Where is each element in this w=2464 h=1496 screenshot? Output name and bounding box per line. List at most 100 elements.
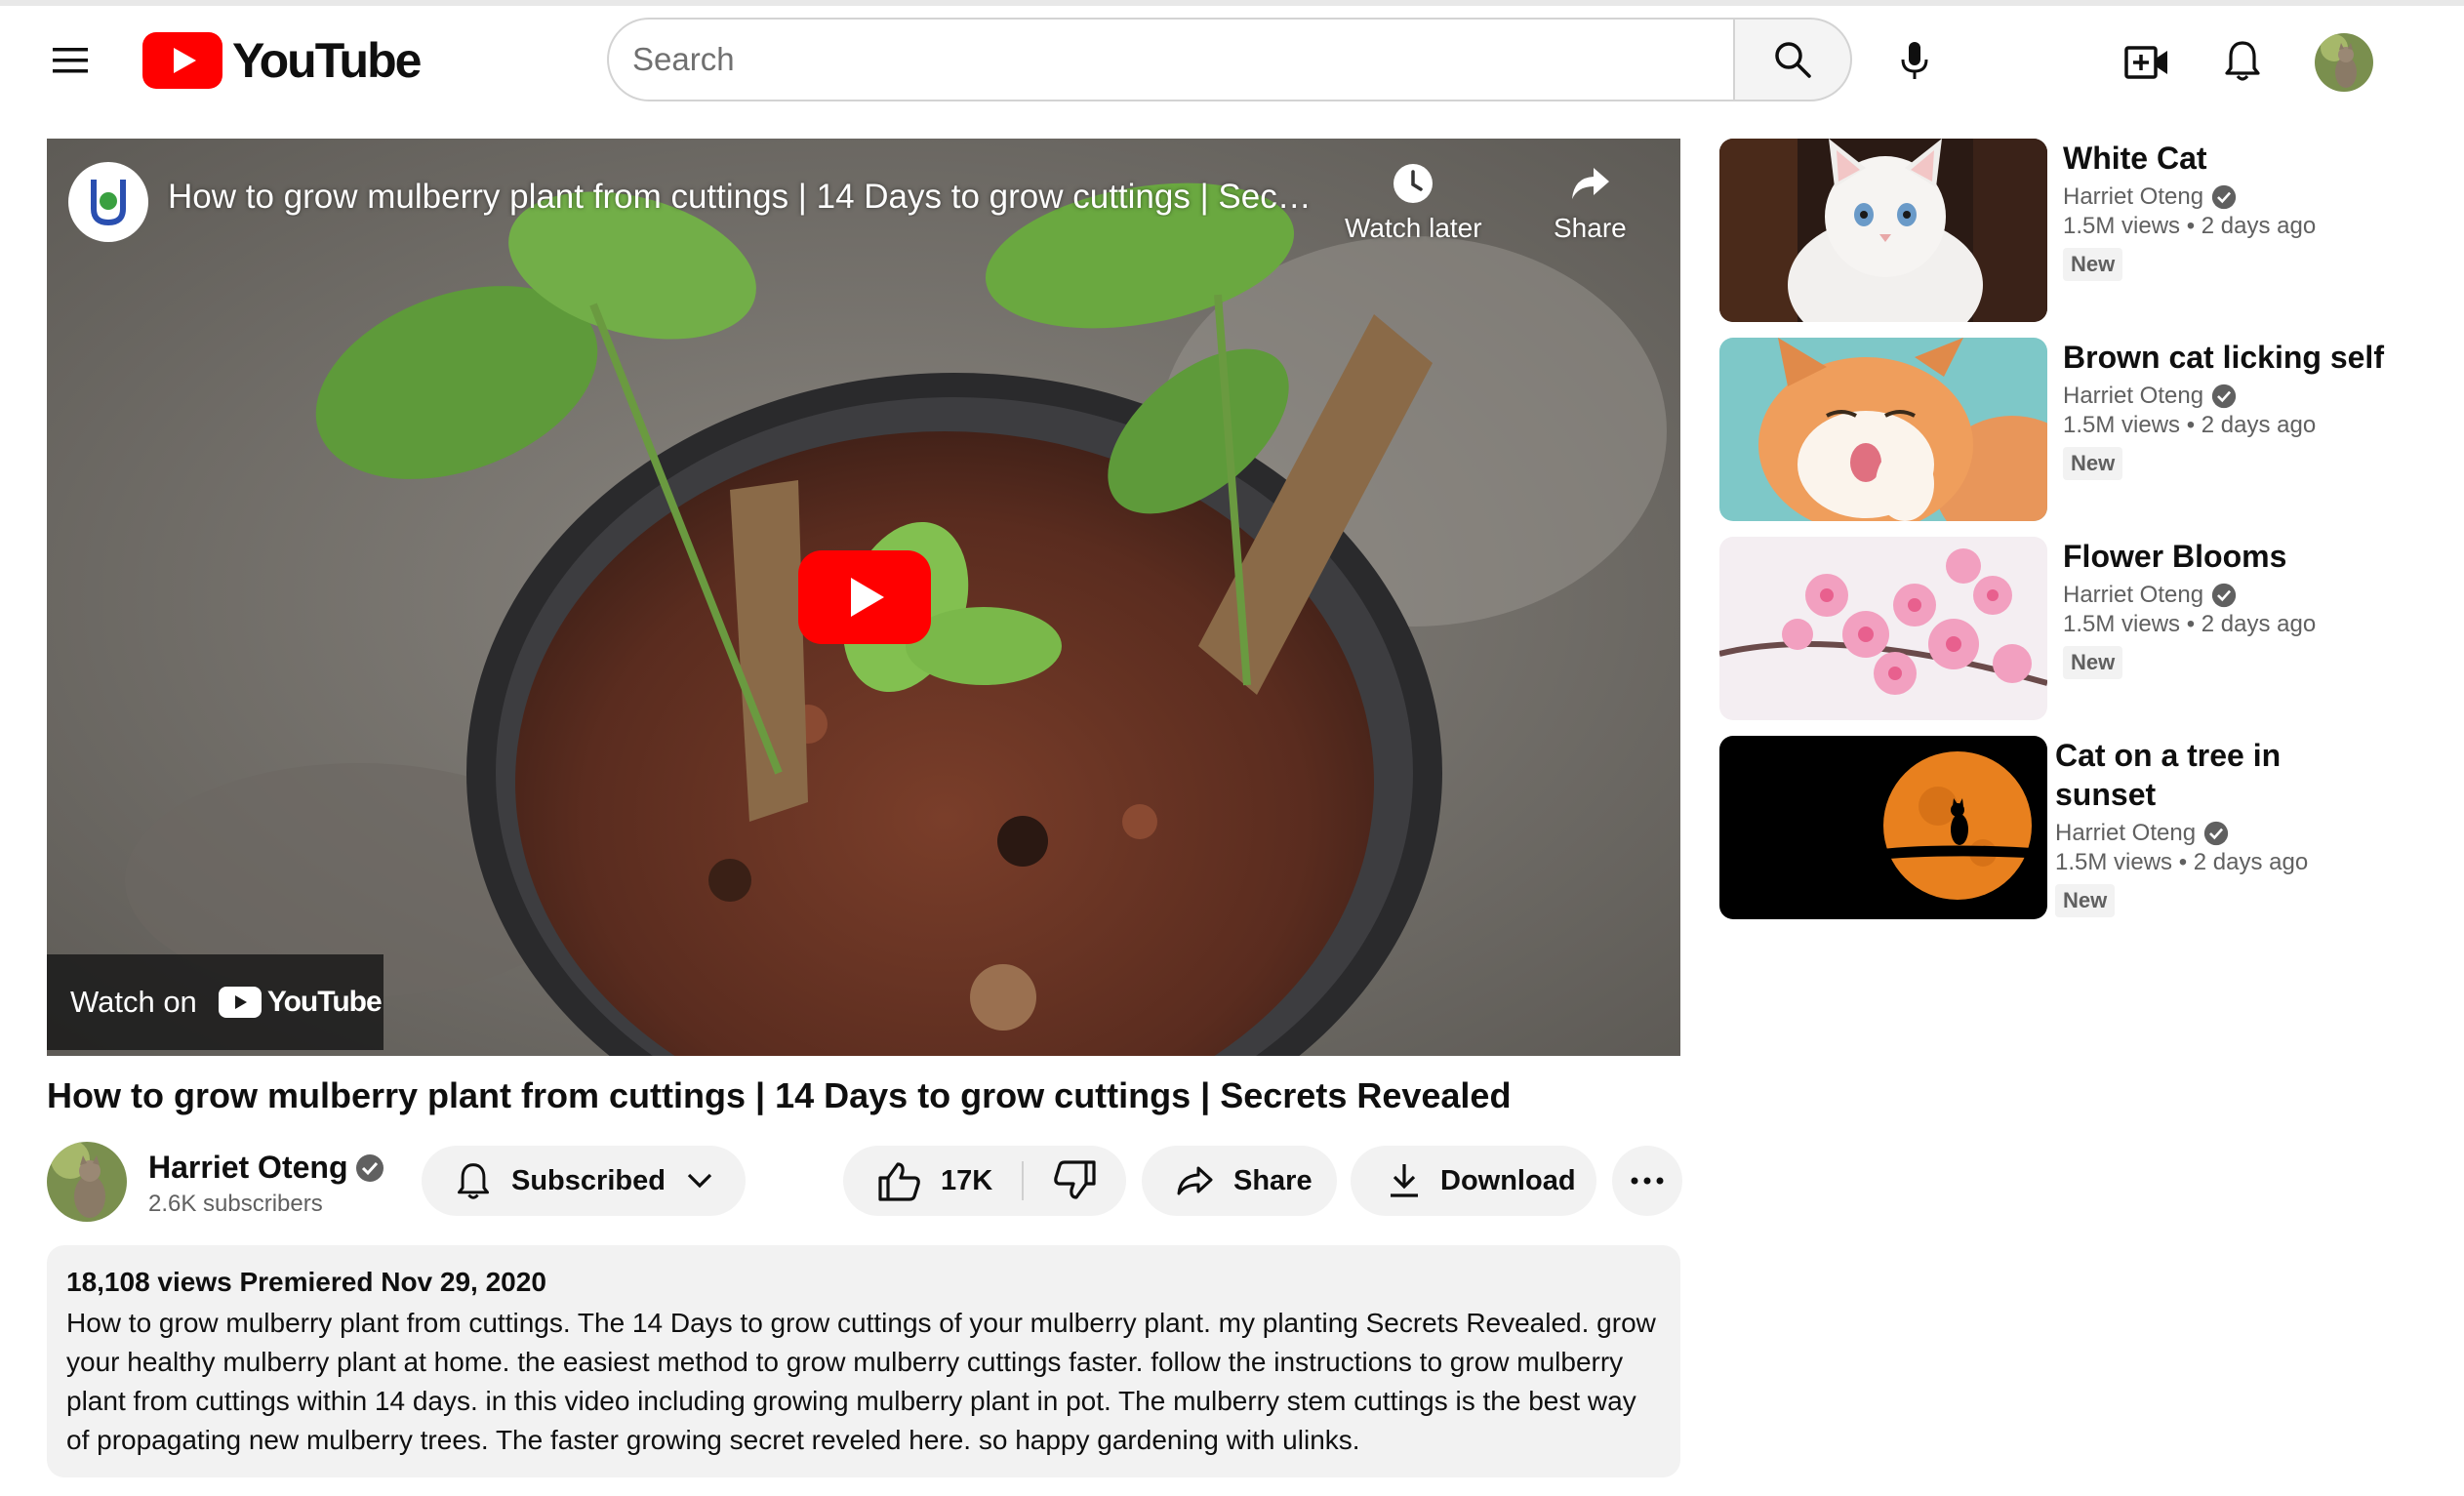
like-dislike-segment: 17K <box>843 1146 1126 1216</box>
create-video-button[interactable] <box>2120 35 2174 90</box>
more-actions-button[interactable] <box>1612 1146 1682 1216</box>
video-info: White Cat Harriet Oteng 1.5M views • 2 d… <box>2063 139 2395 281</box>
channel-name: Harriet Oteng <box>2063 582 2204 608</box>
bell-icon <box>458 1163 489 1199</box>
video-info: Flower Blooms Harriet Oteng 1.5M views •… <box>2063 537 2395 679</box>
video-thumbnail[interactable] <box>1719 338 2047 521</box>
subscriber-count: 2.6K subscribers <box>148 1191 323 1217</box>
new-badge: New <box>2063 447 2123 480</box>
video-title-link[interactable]: Cat on a tree in sunset <box>2055 736 2387 814</box>
video-title-link[interactable]: Flower Blooms <box>2063 537 2395 576</box>
recommended-video[interactable]: Cat on a tree in sunset Harriet Oteng 1.… <box>1719 736 2403 921</box>
microphone-icon <box>1901 42 1928 79</box>
player-share-button[interactable]: Share <box>1554 162 1627 244</box>
search-icon <box>1775 42 1811 78</box>
thumbs-up-icon <box>878 1162 920 1201</box>
channel-name: Harriet Oteng <box>2063 183 2204 210</box>
video-thumbnail[interactable] <box>1719 537 2047 720</box>
new-badge: New <box>2063 248 2123 281</box>
verified-badge-icon <box>2211 184 2237 210</box>
share-arrow-icon <box>1177 1166 1213 1195</box>
channel-avatar[interactable] <box>47 1142 127 1222</box>
chevron-down-icon <box>687 1173 712 1189</box>
video-thumbnail[interactable] <box>1719 139 2047 322</box>
channel-name: Harriet Oteng <box>148 1150 348 1185</box>
video-meta: 1.5M views • 2 days ago <box>2063 611 2317 637</box>
channel-name: Harriet Oteng <box>2055 820 2197 846</box>
video-info: Brown cat licking self Harriet Oteng 1.5… <box>2063 338 2395 480</box>
video-owner-row: Harriet Oteng 2.6K subscribers Subscribe… <box>47 1142 1682 1224</box>
voice-search-button[interactable] <box>1885 31 1944 90</box>
description-text: How to grow mulberry plant from cuttings… <box>66 1308 1656 1455</box>
video-meta: 1.5M views • 2 days ago <box>2063 412 2317 438</box>
brown-cat-thumbnail-image <box>1719 338 2047 521</box>
cat-sunset-thumbnail-image <box>1719 736 2047 919</box>
video-thumbnail[interactable] <box>1719 736 2047 919</box>
video-info: Cat on a tree in sunset Harriet Oteng 1.… <box>2055 736 2387 917</box>
search-input[interactable] <box>607 18 1733 101</box>
channel-avatar-image <box>47 1142 127 1222</box>
video-meta: 1.5M views • 2 days ago <box>2063 213 2317 239</box>
youtube-logo[interactable]: YouTube <box>142 31 422 90</box>
new-badge: New <box>2063 646 2123 679</box>
download-icon <box>1391 1164 1418 1197</box>
recommended-video[interactable]: Flower Blooms Harriet Oteng 1.5M views •… <box>1719 537 2403 722</box>
bell-icon <box>2225 41 2260 81</box>
like-button[interactable]: 17K <box>843 1146 992 1216</box>
channel-avatar-overlay[interactable] <box>68 162 148 242</box>
white-cat-thumbnail-image <box>1719 139 2047 322</box>
video-title-link[interactable]: Brown cat licking self <box>2063 338 2395 377</box>
watch-on-youtube-button[interactable]: Watch on YouTube <box>47 954 384 1050</box>
video-channel[interactable]: Harriet Oteng <box>2063 183 2395 211</box>
more-horizontal-icon <box>1631 1177 1664 1185</box>
channel-name-link[interactable]: Harriet Oteng <box>148 1150 384 1186</box>
video-channel[interactable]: Harriet Oteng <box>2055 820 2387 847</box>
download-button[interactable]: Download <box>1351 1146 1596 1216</box>
notifications-button[interactable] <box>2215 33 2270 88</box>
verified-badge-icon <box>2211 384 2237 409</box>
watch-on-brand: YouTube <box>266 986 383 1018</box>
video-title: How to grow mulberry plant from cuttings… <box>47 1075 1512 1115</box>
channel-name: Harriet Oteng <box>2063 383 2204 409</box>
search-button[interactable] <box>1733 18 1852 101</box>
watch-later-button[interactable]: Watch later <box>1345 162 1482 244</box>
player-share-label: Share <box>1554 213 1627 243</box>
dislike-button[interactable] <box>1024 1146 1098 1216</box>
recommended-video[interactable]: Brown cat licking self Harriet Oteng 1.5… <box>1719 338 2403 523</box>
account-avatar[interactable] <box>2315 33 2373 92</box>
video-player[interactable]: How to grow mulberry plant from cuttings… <box>47 139 1680 1056</box>
youtube-logo-text: YouTube <box>232 33 422 88</box>
clock-icon <box>1394 164 1434 203</box>
hamburger-menu-icon <box>53 48 88 73</box>
watch-on-youtube-logo: YouTube <box>218 986 383 1019</box>
youtube-small-logo-icon <box>218 987 262 1018</box>
watch-later-label: Watch later <box>1345 213 1482 243</box>
play-icon <box>798 550 931 644</box>
search-box <box>607 18 1852 101</box>
share-label: Share <box>1233 1164 1313 1196</box>
thumbs-down-icon <box>1054 1160 1096 1199</box>
play-button[interactable] <box>798 550 931 644</box>
like-count: 17K <box>941 1164 993 1196</box>
video-meta: 1.5M views • 2 days ago <box>2055 849 2309 875</box>
description-meta: 18,108 views Premiered Nov 29, 2020 <box>66 1267 546 1297</box>
share-arrow-icon <box>1572 168 1610 199</box>
ulinks-logo-icon <box>76 170 141 234</box>
video-title-link[interactable]: White Cat <box>2063 139 2395 178</box>
flower-blooms-thumbnail-image <box>1719 537 2047 720</box>
video-channel[interactable]: Harriet Oteng <box>2063 582 2395 609</box>
guide-menu-button[interactable] <box>45 35 96 86</box>
watch-on-label: Watch on <box>70 985 197 1019</box>
description-box[interactable]: 18,108 views Premiered Nov 29, 2020 How … <box>47 1245 1680 1477</box>
share-button[interactable]: Share <box>1142 1146 1337 1216</box>
download-label: Download <box>1440 1164 1576 1196</box>
youtube-play-logo-icon <box>142 32 222 89</box>
account-avatar-image <box>2315 33 2373 92</box>
video-camera-plus-icon <box>2124 46 2167 79</box>
new-badge: New <box>2055 884 2116 917</box>
recommended-video[interactable]: White Cat Harriet Oteng 1.5M views • 2 d… <box>1719 139 2403 324</box>
masthead: YouTube <box>0 6 2464 109</box>
video-channel[interactable]: Harriet Oteng <box>2063 383 2395 410</box>
player-overlay-title[interactable]: How to grow mulberry plant from cuttings… <box>168 178 1388 217</box>
subscribed-button[interactable]: Subscribed <box>422 1146 746 1216</box>
